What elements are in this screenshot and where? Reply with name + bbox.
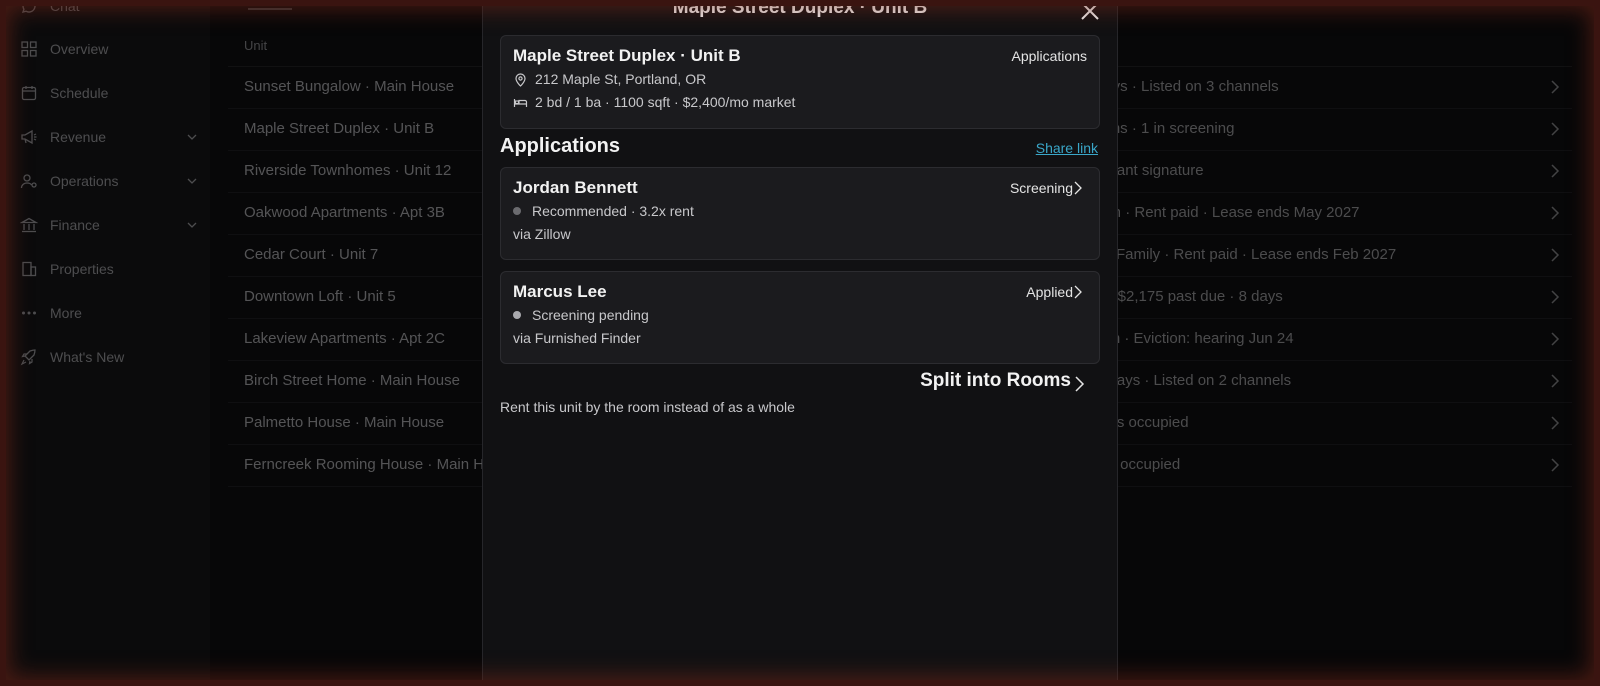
applicant-status: Applied — [1026, 284, 1083, 300]
applicant-source: via Furnished Finder — [513, 330, 641, 346]
unit-summary-card: Maple Street Duplex · Unit B Application… — [500, 35, 1100, 129]
split-into-rooms-description: Rent this unit by the room instead of as… — [500, 399, 795, 415]
unit-details-text: 2 bd / 1 ba · 1100 sqft · $2,400/mo mark… — [535, 94, 796, 110]
applicant-status-label: Screening — [1009, 180, 1073, 196]
applicant-name: Jordan Bennett — [513, 178, 638, 197]
split-into-rooms-button[interactable]: Split into Rooms — [920, 370, 1071, 392]
applicant-status-label: Applied — [1026, 284, 1073, 300]
unit-card-title: Maple Street Duplex · Unit B — [513, 46, 741, 65]
applications-heading: Applications — [500, 135, 621, 157]
applicant-name: Marcus Lee — [513, 282, 607, 301]
applicant-card[interactable]: Jordan Bennett Screening Recommended · 3… — [500, 167, 1100, 260]
share-link[interactable]: Share link — [1036, 140, 1098, 156]
unit-details: 2 bd / 1 ba · 1100 sqft · $2,400/mo mark… — [513, 94, 795, 110]
unit-status-badge: Applications — [1011, 48, 1088, 64]
chevron-right-icon — [1074, 181, 1082, 195]
applicant-note: Recommended · 3.2x rent — [532, 203, 694, 219]
bed-icon — [513, 95, 528, 110]
unit-detail-modal: Maple Street Duplex · Unit B Maple Stree… — [483, 0, 1117, 686]
status-dot — [513, 207, 521, 215]
applicant-recommendation: Recommended · 3.2x rent — [513, 203, 694, 219]
status-dot — [513, 311, 521, 319]
modal-title: Maple Street Duplex · Unit B — [672, 0, 928, 18]
applicant-status: Screening — [1010, 180, 1083, 196]
close-icon[interactable] — [1079, 0, 1101, 22]
applicant-screening: Screening pending — [513, 307, 649, 323]
applicant-card[interactable]: Marcus Lee Applied Screening pending via… — [500, 271, 1100, 364]
applicant-source: via Zillow — [513, 226, 571, 242]
location-pin-icon — [513, 72, 528, 87]
unit-address-text: 212 Maple St, Portland, OR — [535, 71, 707, 87]
applicant-note: Screening pending — [532, 307, 649, 323]
chevron-right-icon[interactable] — [1073, 375, 1085, 393]
unit-address: 212 Maple St, Portland, OR — [513, 71, 706, 87]
chevron-right-icon — [1074, 285, 1082, 299]
